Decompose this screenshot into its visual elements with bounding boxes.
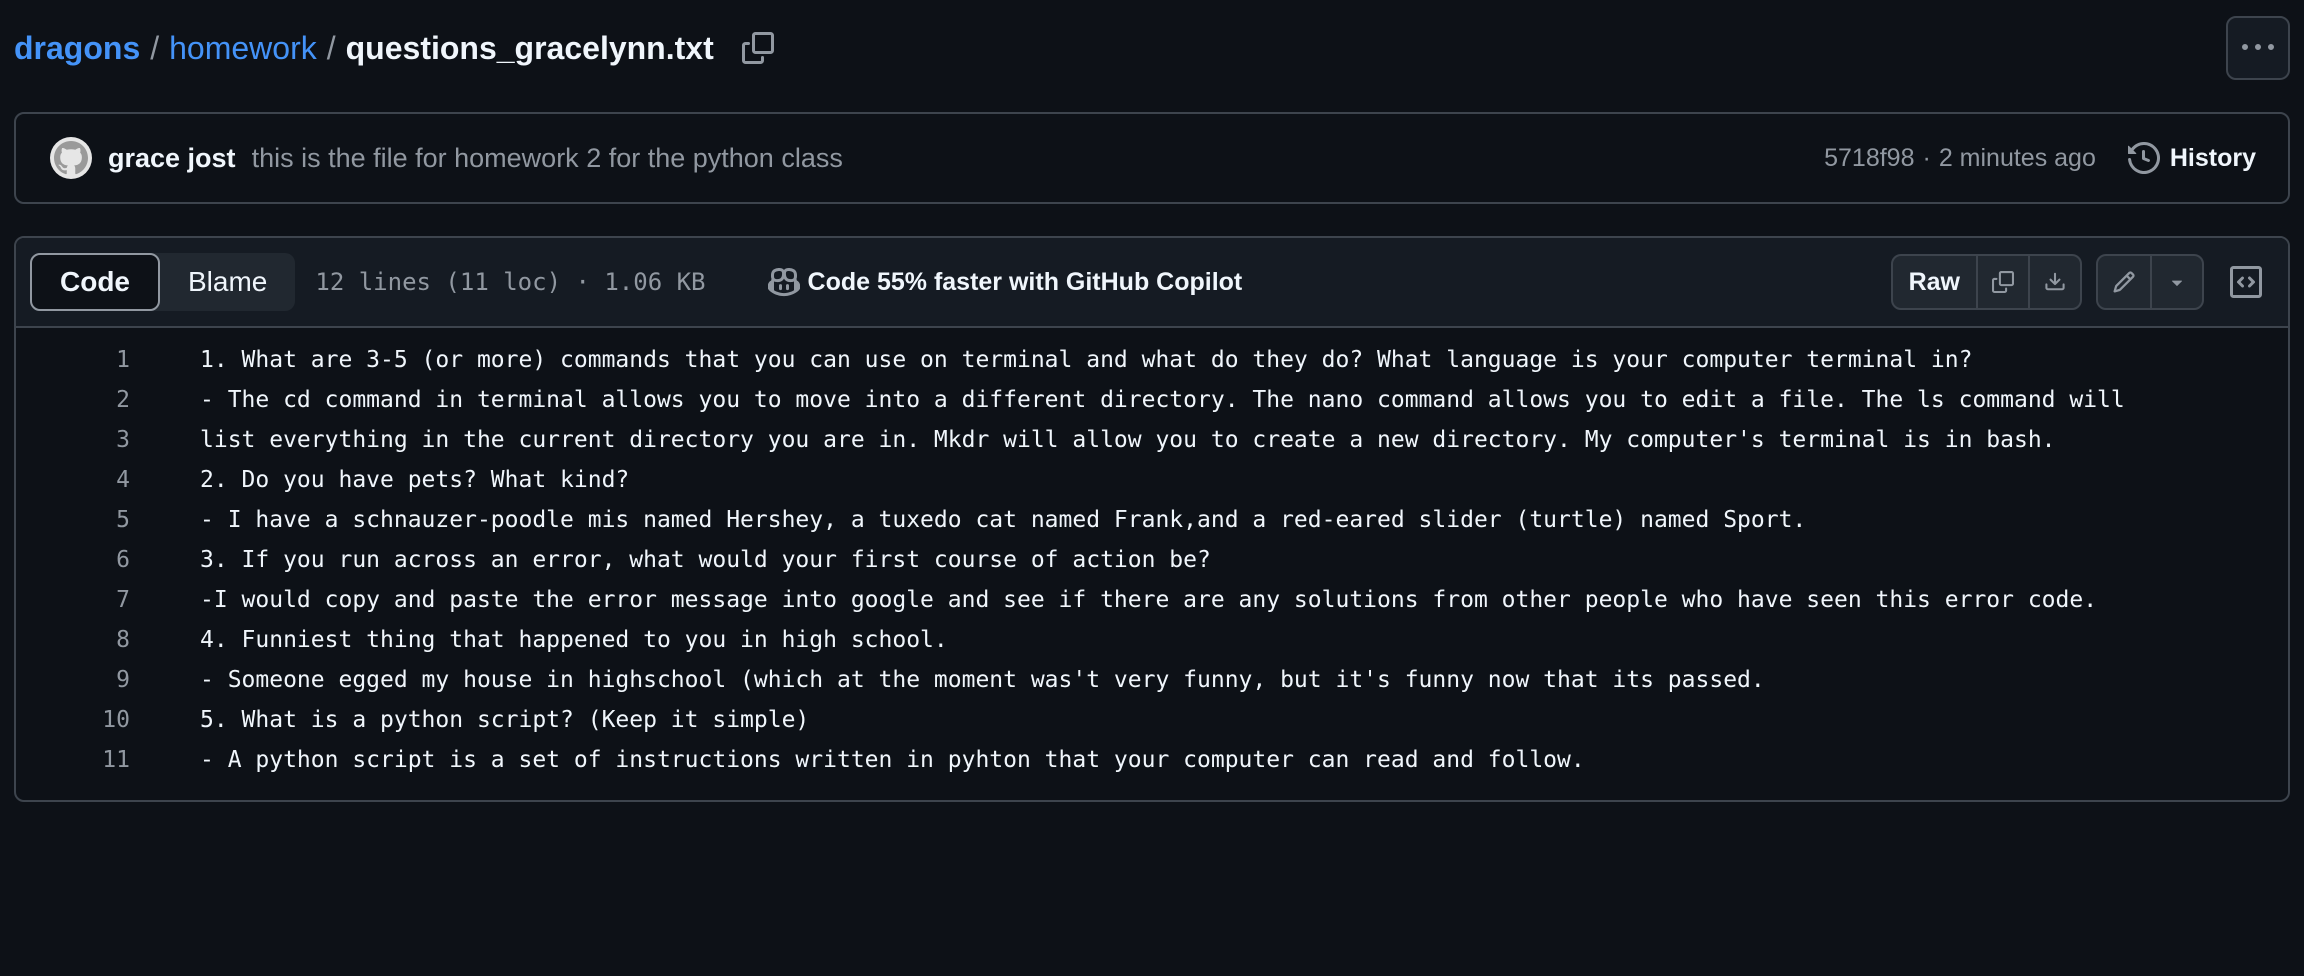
breadcrumb-folder-link[interactable]: homework (169, 30, 317, 67)
triangle-down-icon (2171, 280, 2183, 286)
code-content: 1 1. What are 3-5 (or more) commands that… (16, 328, 2288, 780)
line-number[interactable]: 10 (16, 707, 130, 733)
download-icon (2045, 272, 2065, 291)
line-number[interactable]: 8 (16, 627, 130, 653)
code-line: 5 - I have a schnauzer-poodle mis named H… (16, 500, 2288, 540)
file-header: Code Blame 12 lines (11 loc) · 1.06 KB C… (16, 238, 2288, 328)
breadcrumb-separator: / (150, 29, 160, 66)
copy-icon (1992, 271, 2014, 293)
code-line: 2 - The cd command in terminal allows you… (16, 380, 2288, 420)
breadcrumb-separator: / (326, 29, 336, 66)
line-text: - Someone egged my house in highschool (… (200, 667, 1765, 693)
view-mode-toggle: Code Blame (30, 253, 296, 311)
symbols-panel-button[interactable] (2218, 254, 2274, 310)
breadcrumb-repo-link[interactable]: dragons (14, 30, 140, 67)
raw-button[interactable]: Raw (1893, 256, 1976, 308)
code-line: 8 4. Funniest thing that happened to you … (16, 620, 2288, 660)
commit-message-link[interactable]: this is the file for homework 2 for the … (252, 143, 843, 174)
line-text: list everything in the current directory… (200, 427, 2056, 453)
avatar[interactable] (50, 137, 92, 179)
edit-file-button[interactable] (2098, 256, 2150, 308)
history-button[interactable]: History (2127, 142, 2256, 174)
copy-raw-button[interactable] (1976, 256, 2028, 308)
copilot-icon (767, 267, 800, 297)
file-actions: Raw (1890, 254, 2274, 310)
file-viewer: Code Blame 12 lines (11 loc) · 1.06 KB C… (14, 236, 2290, 802)
line-number[interactable]: 2 (16, 387, 130, 413)
breadcrumb: dragons / homework / questions_gracelynn… (14, 22, 778, 74)
history-label: History (2169, 143, 2256, 172)
breadcrumb-file-name: questions_gracelynn.txt (345, 29, 714, 66)
code-line: 6 3. If you run across an error, what wou… (16, 540, 2288, 580)
line-text: - I have a schnauzer-poodle mis named He… (200, 507, 1807, 533)
commit-separator: · (1922, 143, 1931, 172)
line-number[interactable]: 9 (16, 667, 130, 693)
tab-code[interactable]: Code (30, 253, 160, 311)
file-info: 12 lines (11 loc) · 1.06 KB (315, 268, 706, 296)
commit-timestamp: 2 minutes ago (1938, 143, 2096, 172)
commit-sha-link[interactable]: 5718f98 (1824, 144, 1914, 173)
line-number[interactable]: 6 (16, 547, 130, 573)
line-number[interactable]: 3 (16, 427, 130, 453)
raw-copy-download-group: Raw (1890, 254, 2082, 310)
line-number[interactable]: 1 (16, 347, 130, 373)
code-line: 10 5. What is a python script? (Keep it s… (16, 700, 2288, 740)
code-line: 7 -I would copy and paste the error messa… (16, 580, 2288, 620)
edit-group (2096, 254, 2204, 310)
kebab-horizontal-icon (2242, 44, 2274, 50)
line-text: 5. What is a python script? (Keep it sim… (200, 707, 810, 733)
copy-icon (741, 32, 774, 64)
code-line: 9 - Someone egged my house in highschool … (16, 660, 2288, 700)
more-options-button[interactable] (2226, 16, 2290, 80)
edit-options-dropdown[interactable] (2150, 256, 2202, 308)
line-text: - A python script is a set of instructio… (200, 747, 1585, 773)
line-text: 2. Do you have pets? What kind? (200, 467, 630, 493)
line-text: 4. Funniest thing that happened to you i… (200, 627, 948, 653)
tab-blame[interactable]: Blame (160, 253, 295, 311)
line-number[interactable]: 7 (16, 587, 130, 613)
line-text: - The cd command in terminal allows you … (200, 387, 2125, 413)
code-line: 4 2. Do you have pets? What kind? (16, 460, 2288, 500)
line-text: 1. What are 3-5 (or more) commands that … (200, 347, 1973, 373)
commit-meta: 5718f98 · 2 minutes ago History (1824, 142, 2256, 174)
copilot-promo-label: Code 55% faster with GitHub Copilot (807, 267, 1243, 296)
line-text: 3. If you run across an error, what woul… (200, 547, 1211, 573)
pencil-icon (2113, 271, 2135, 293)
line-text: -I would copy and paste the error messag… (200, 587, 2098, 613)
line-number[interactable]: 4 (16, 467, 130, 493)
copilot-promo-link[interactable]: Code 55% faster with GitHub Copilot (767, 266, 1243, 298)
commit-author-link[interactable]: grace jost (108, 143, 236, 174)
line-number[interactable]: 5 (16, 507, 130, 533)
download-button[interactable] (2028, 256, 2080, 308)
line-number[interactable]: 11 (16, 747, 130, 773)
github-octocat-avatar-icon (54, 141, 88, 175)
code-line: 11 - A python script is a set of instruct… (16, 740, 2288, 780)
code-line: 1 1. What are 3-5 (or more) commands that… (16, 340, 2288, 380)
history-icon (2127, 142, 2160, 174)
latest-commit-bar: grace jost this is the file for homework… (14, 112, 2290, 204)
code-square-icon (2230, 266, 2262, 298)
copy-path-button[interactable] (738, 28, 778, 68)
code-line: 3 list everything in the current director… (16, 420, 2288, 460)
